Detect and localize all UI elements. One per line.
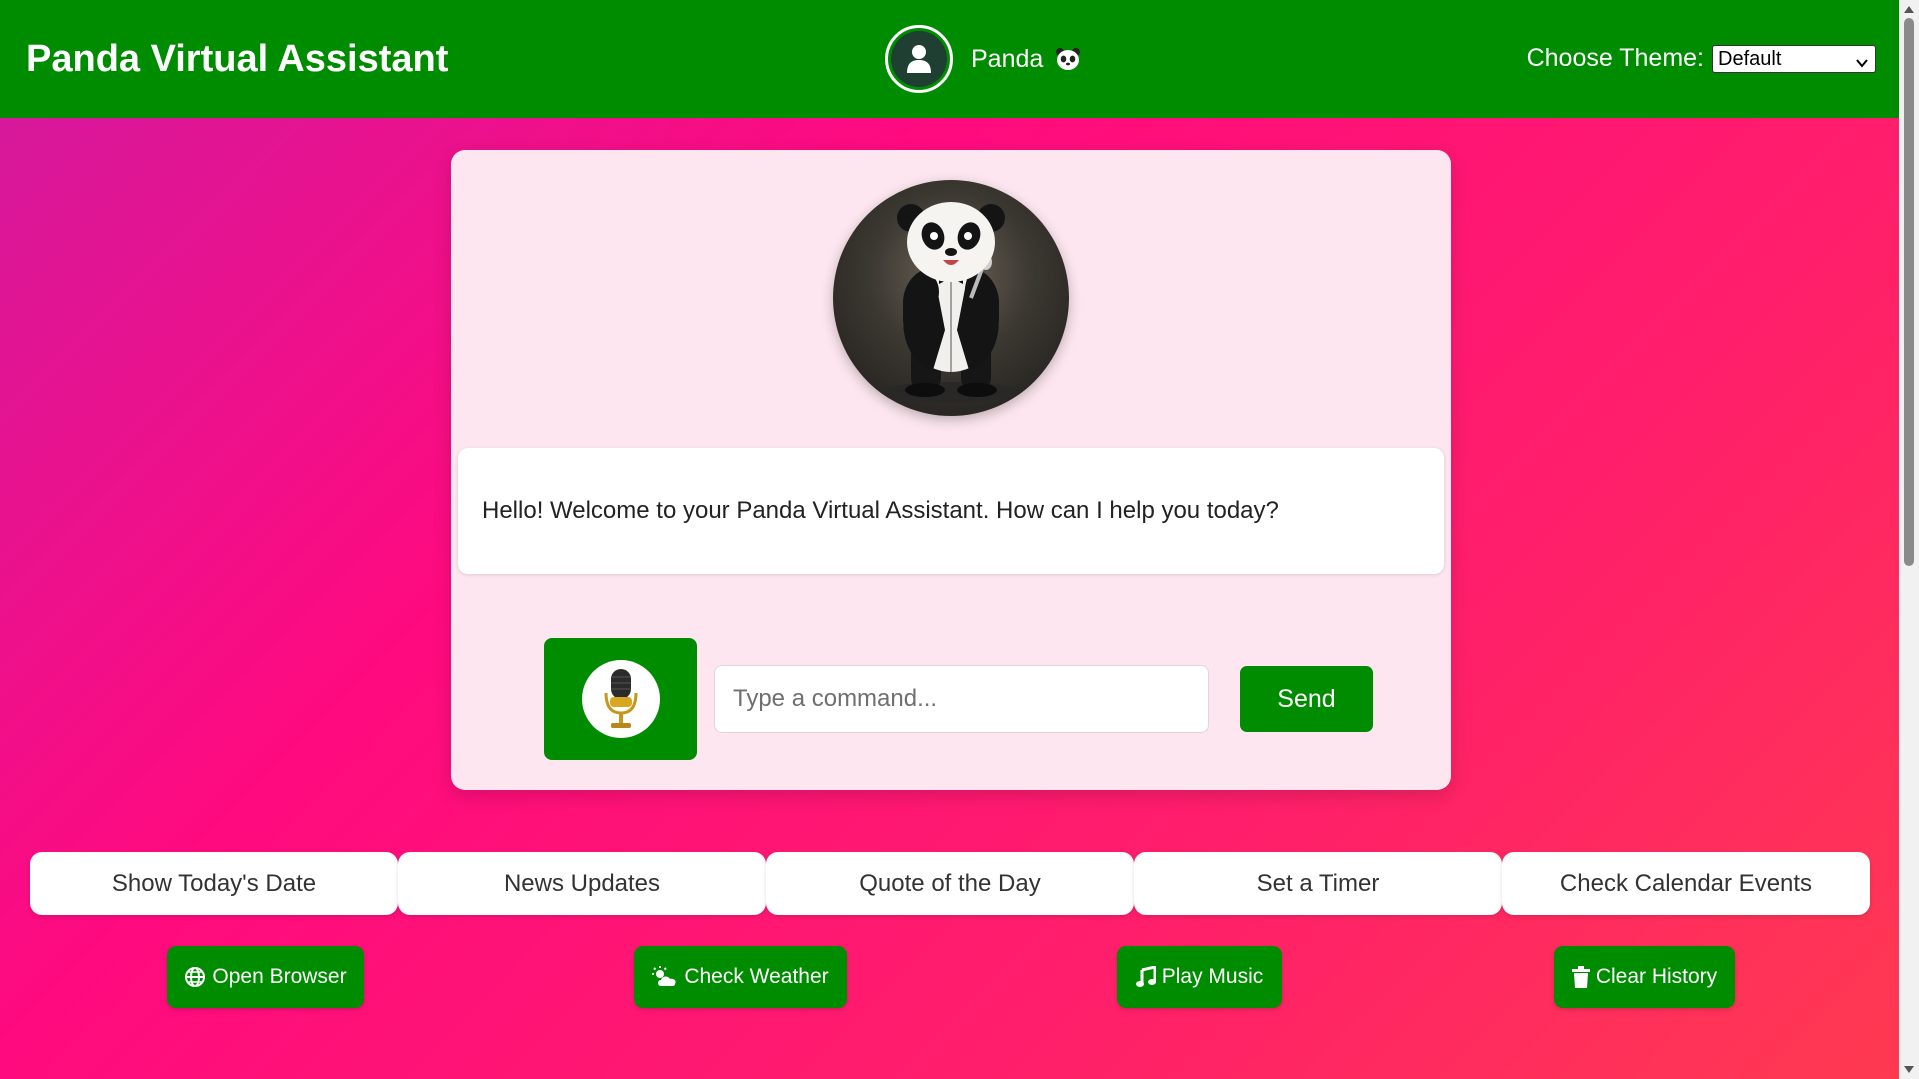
clear-history-button[interactable]: Clear History: [1554, 946, 1735, 1008]
quote-of-day-button[interactable]: Quote of the Day: [766, 852, 1134, 915]
news-updates-button[interactable]: News Updates: [398, 852, 766, 915]
user-icon: [891, 31, 947, 87]
open-browser-button[interactable]: Open Browser: [167, 946, 364, 1008]
assistant-message: Hello! Welcome to your Panda Virtual Ass…: [458, 448, 1444, 574]
globe-icon: [184, 966, 206, 988]
theme-select-value: Default: [1718, 47, 1782, 70]
open-browser-label: Open Browser: [212, 965, 347, 988]
page: Panda Virtual Assistant Panda Choose The…: [0, 0, 1919, 1079]
scroll-up-arrow-icon[interactable]: [1904, 6, 1914, 13]
command-input[interactable]: [714, 665, 1209, 733]
scrollbar-thumb[interactable]: [1904, 18, 1914, 566]
calendar-events-button[interactable]: Check Calendar Events: [1502, 852, 1870, 915]
clear-history-label: Clear History: [1595, 965, 1718, 988]
music-note-icon: [1135, 966, 1156, 988]
user-avatar[interactable]: [885, 25, 953, 93]
theme-picker: Choose Theme: Default: [1527, 44, 1876, 73]
send-button[interactable]: Send: [1240, 666, 1373, 732]
panda-face-icon: [1055, 47, 1081, 71]
scroll-down-arrow-icon[interactable]: [1904, 1066, 1914, 1073]
check-weather-button[interactable]: Check Weather: [634, 946, 847, 1008]
page-scrollbar[interactable]: [1899, 0, 1919, 1079]
set-timer-button[interactable]: Set a Timer: [1134, 852, 1502, 915]
microphone-icon: [581, 660, 660, 738]
cloud-sun-icon: [652, 966, 678, 988]
top-bar: Panda Virtual Assistant Panda Choose The…: [0, 0, 1899, 118]
play-music-button[interactable]: Play Music: [1117, 946, 1282, 1008]
show-date-button[interactable]: Show Today's Date: [30, 852, 398, 915]
profile-name: Panda: [971, 44, 1044, 73]
assistant-card: Hello! Welcome to your Panda Virtual Ass…: [451, 150, 1451, 790]
panda-avatar-image: [833, 180, 1069, 416]
voice-input-button[interactable]: [544, 638, 697, 760]
app-title: Panda Virtual Assistant: [26, 38, 449, 80]
theme-select[interactable]: Default: [1712, 44, 1876, 76]
chevron-down-icon: [1855, 52, 1869, 76]
check-weather-label: Check Weather: [684, 965, 829, 988]
theme-label: Choose Theme:: [1526, 44, 1704, 72]
greeting-text: Hello! Welcome to your Panda Virtual Ass…: [482, 497, 1279, 524]
quick-actions: Show Today's Date News Updates Quote of …: [30, 852, 1871, 916]
play-music-label: Play Music: [1161, 965, 1264, 988]
trash-icon: [1571, 966, 1590, 988]
profile[interactable]: Panda: [885, 25, 1081, 93]
